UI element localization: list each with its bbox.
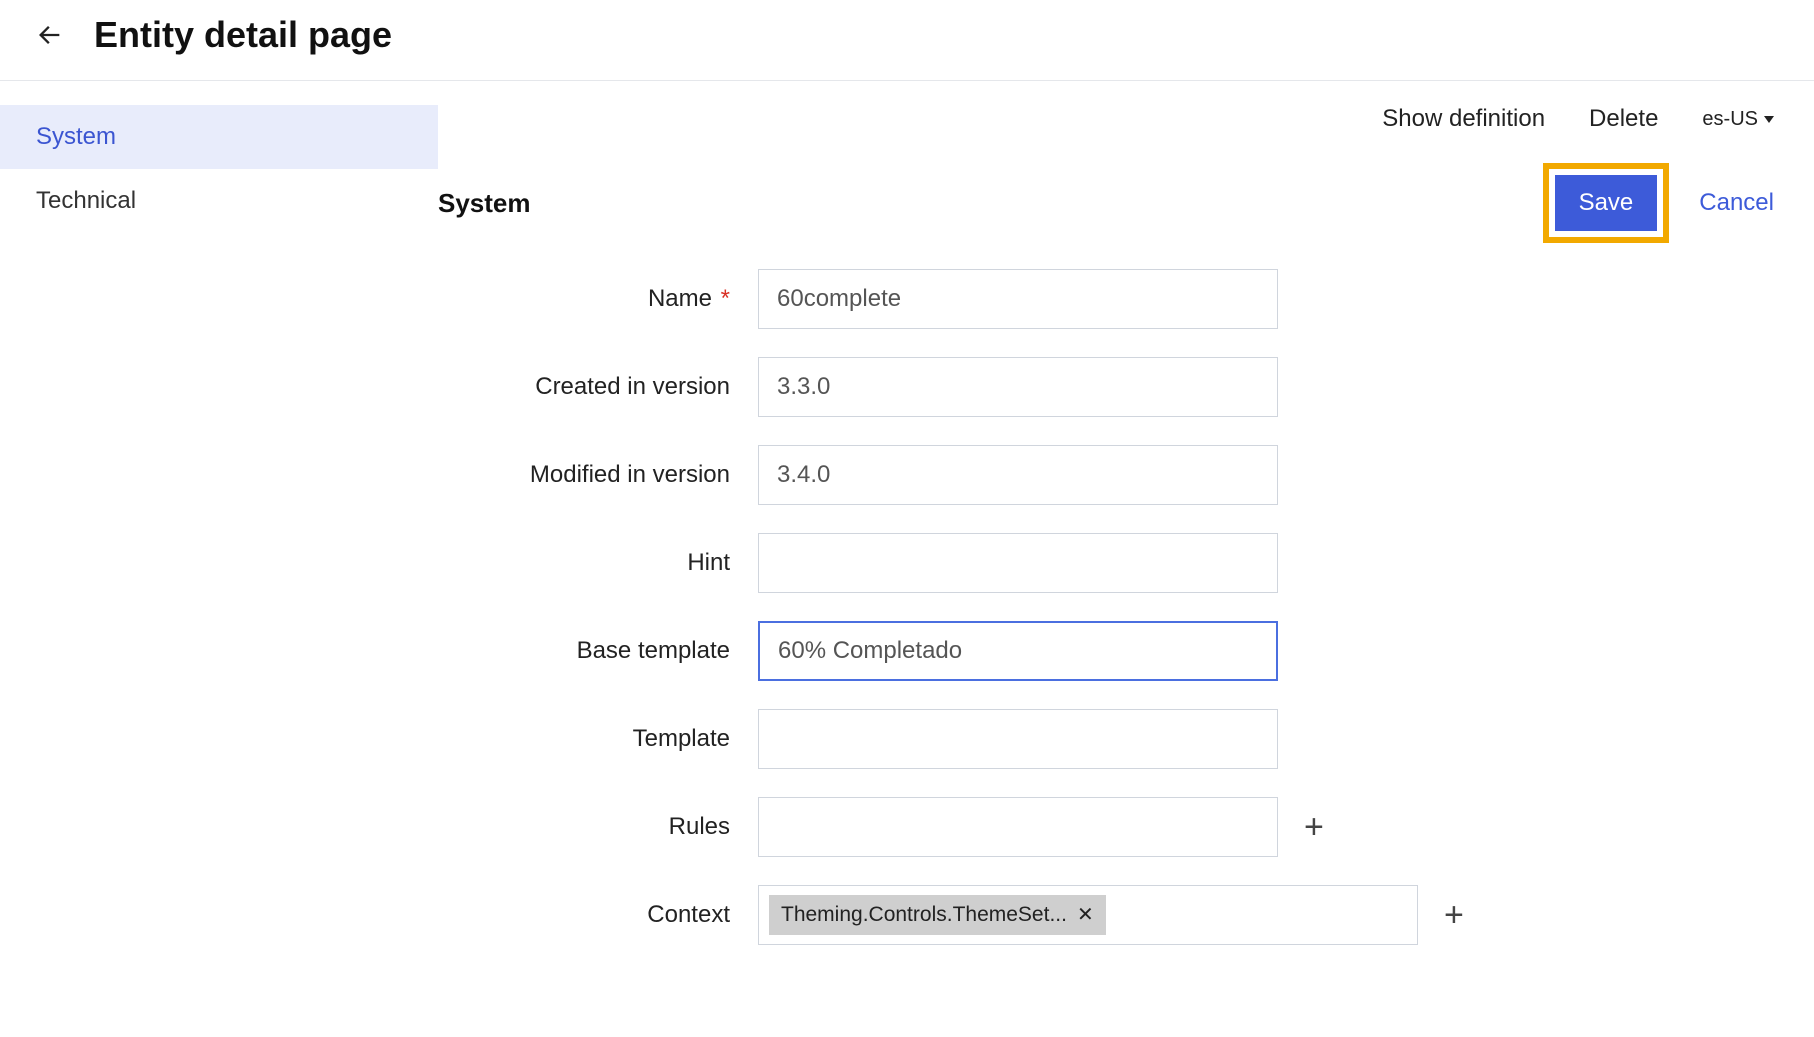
page-header: Entity detail page xyxy=(0,0,1814,81)
form-system: Name * Created in version Modified in ve… xyxy=(438,269,1774,945)
row-hint: Hint xyxy=(498,533,1774,593)
chevron-down-icon xyxy=(1764,116,1774,123)
cancel-link[interactable]: Cancel xyxy=(1699,189,1774,217)
page-title: Entity detail page xyxy=(94,14,392,56)
context-chip: Theming.Controls.ThemeSet... ✕ xyxy=(769,895,1106,935)
row-name: Name * xyxy=(498,269,1774,329)
label-modified-in-version: Modified in version xyxy=(498,445,758,490)
label-context: Context xyxy=(498,885,758,930)
sidebar-item-label: System xyxy=(36,123,116,150)
context-input[interactable]: Theming.Controls.ThemeSet... ✕ xyxy=(758,885,1418,945)
section-header-row: System Save Cancel xyxy=(438,163,1774,243)
delete-link[interactable]: Delete xyxy=(1589,105,1658,133)
language-selector[interactable]: es-US xyxy=(1702,108,1774,131)
row-template: Template xyxy=(498,709,1774,769)
save-button[interactable]: Save xyxy=(1555,175,1658,231)
label-name: Name * xyxy=(498,269,758,314)
arrow-left-icon xyxy=(36,21,64,49)
show-definition-link[interactable]: Show definition xyxy=(1382,105,1545,133)
close-icon: ✕ xyxy=(1077,904,1094,926)
label-base-template: Base template xyxy=(498,621,758,666)
rules-input[interactable] xyxy=(758,797,1278,857)
label-hint: Hint xyxy=(498,533,758,578)
language-label: es-US xyxy=(1702,108,1758,131)
save-highlight-frame: Save xyxy=(1543,163,1670,243)
row-base-template: Base template xyxy=(498,621,1774,681)
chip-remove-button[interactable]: ✕ xyxy=(1077,905,1094,925)
base-template-input[interactable] xyxy=(758,621,1278,681)
hint-input[interactable] xyxy=(758,533,1278,593)
sidebar: System Technical xyxy=(0,81,438,973)
name-input[interactable] xyxy=(758,269,1278,329)
top-actions: Show definition Delete es-US xyxy=(438,105,1774,133)
add-rule-button[interactable]: + xyxy=(1288,797,1340,857)
template-input[interactable] xyxy=(758,709,1278,769)
row-context: Context Theming.Controls.ThemeSet... ✕ + xyxy=(498,885,1774,945)
row-modified-in-version: Modified in version xyxy=(498,445,1774,505)
label-rules: Rules xyxy=(498,797,758,842)
plus-icon: + xyxy=(1304,808,1324,847)
label-created-in-version: Created in version xyxy=(498,357,758,402)
add-context-button[interactable]: + xyxy=(1428,885,1480,945)
sidebar-item-system[interactable]: System xyxy=(0,105,438,169)
label-template: Template xyxy=(498,709,758,754)
main-panel: Show definition Delete es-US System Save… xyxy=(438,81,1814,973)
row-rules: Rules + xyxy=(498,797,1774,857)
chip-text: Theming.Controls.ThemeSet... xyxy=(781,903,1067,927)
modified-in-version-input[interactable] xyxy=(758,445,1278,505)
sidebar-item-label: Technical xyxy=(36,187,136,214)
plus-icon: + xyxy=(1444,896,1464,935)
required-marker: * xyxy=(714,285,730,312)
sidebar-item-technical[interactable]: Technical xyxy=(0,169,438,233)
created-in-version-input[interactable] xyxy=(758,357,1278,417)
save-cancel-group: Save Cancel xyxy=(1543,163,1774,243)
row-created-in-version: Created in version xyxy=(498,357,1774,417)
back-button[interactable] xyxy=(30,15,70,55)
section-title: System xyxy=(438,188,531,219)
